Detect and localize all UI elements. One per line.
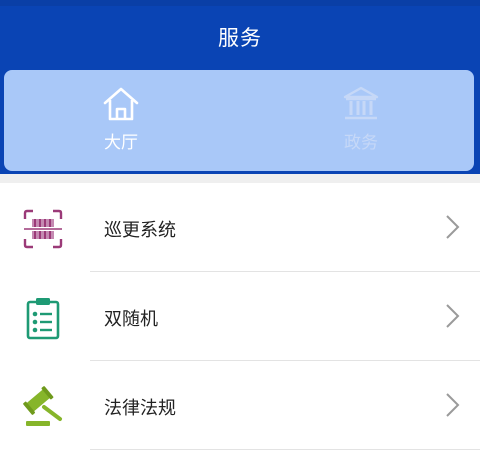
list-item-label: 法律法规 — [104, 398, 176, 419]
page-title: 服务 — [218, 26, 262, 50]
tab-panel: 大厅 政务 — [4, 70, 474, 171]
government-building-icon — [343, 86, 379, 120]
tab-hall-label: 大厅 — [104, 133, 138, 153]
chevron-right-icon — [446, 304, 460, 328]
clipboard-checklist-icon — [26, 298, 60, 340]
list-item-patrol-system[interactable]: 巡更系统 — [0, 183, 480, 271]
list-item-label: 巡更系统 — [104, 220, 176, 241]
section-divider — [0, 174, 480, 183]
list-item-double-random[interactable]: 双随机 — [0, 272, 480, 360]
tab-government-label: 政务 — [344, 133, 378, 153]
list-item-laws-regulations[interactable]: 法律法规 — [0, 361, 480, 449]
gavel-icon — [23, 386, 62, 426]
chevron-right-icon — [446, 215, 460, 239]
tab-government[interactable]: 政务 — [321, 84, 401, 164]
tab-hall[interactable]: 大厅 — [81, 84, 161, 164]
service-list: 巡更系统 双随机 法律法规 — [0, 183, 480, 456]
status-bar — [0, 0, 480, 6]
list-item-label: 双随机 — [104, 309, 158, 330]
home-icon — [103, 87, 139, 121]
chevron-right-icon — [446, 393, 460, 417]
row-divider — [90, 449, 480, 450]
patrol-scan-icon — [23, 209, 63, 249]
